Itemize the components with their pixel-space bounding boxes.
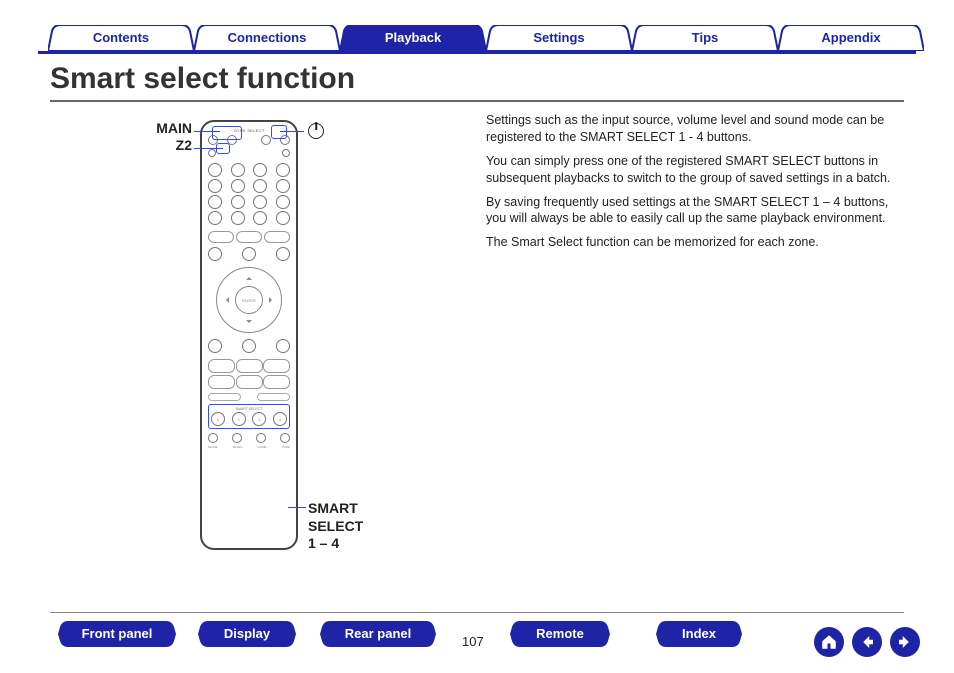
tab-playback[interactable]: Playback (340, 25, 486, 51)
remote-btn (208, 179, 222, 193)
home-icon (820, 633, 838, 651)
remote-btn (261, 135, 271, 145)
remote-dpad: ENTER (216, 267, 282, 333)
tab-contents[interactable]: Contents (48, 25, 194, 51)
remote-body: · ZONE SELECT · (200, 120, 298, 550)
arrow-right-icon (896, 633, 914, 651)
callout-power (308, 123, 324, 142)
remote-btn (208, 211, 222, 225)
remote-btn (280, 433, 290, 443)
remote-btn (276, 211, 290, 225)
tab-label: Contents (93, 30, 149, 45)
remote-btn (276, 247, 290, 261)
remote-btn (232, 433, 242, 443)
remote-btn (263, 359, 290, 373)
nav-display[interactable]: Display (198, 621, 296, 647)
tab-connections[interactable]: Connections (194, 25, 340, 51)
tab-label: Tips (692, 30, 719, 45)
remote-btn (276, 163, 290, 177)
bottom-rule (50, 612, 904, 613)
callout-z2: Z2 (132, 137, 192, 153)
paragraph: The Smart Select function can be memoriz… (486, 234, 906, 251)
leader-line (194, 131, 220, 132)
remote-enter: ENTER (235, 286, 263, 314)
remote-btn (208, 433, 218, 443)
remote-smart-3: 3 (252, 412, 266, 426)
remote-btn (231, 211, 245, 225)
remote-btn (256, 433, 266, 443)
remote-btn (242, 339, 256, 353)
remote-btn (208, 339, 222, 353)
tab-label: Settings (533, 30, 584, 45)
nav-remote[interactable]: Remote (510, 621, 610, 647)
remote-btn (208, 359, 235, 373)
remote-btn (263, 375, 290, 389)
nav-label: Front panel (82, 626, 153, 641)
tab-settings[interactable]: Settings (486, 25, 632, 51)
remote-btn (231, 179, 245, 193)
paragraph: You can simply press one of the register… (486, 153, 906, 187)
remote-btn (231, 163, 245, 177)
leader-line (288, 507, 306, 508)
title-rule (50, 100, 904, 102)
nav-front-panel[interactable]: Front panel (58, 621, 176, 647)
tab-label: Playback (385, 30, 441, 45)
remote-btn (276, 339, 290, 353)
remote-btn (208, 163, 222, 177)
remote-btn (208, 247, 222, 261)
remote-btn (208, 195, 222, 209)
arrow-left-icon (858, 633, 876, 651)
tab-label: Connections (228, 30, 307, 45)
remote-diagram: MAIN Z2 SMART SELECT 1 – 4 · ZONE SELECT… (200, 120, 298, 550)
remote-btn (253, 163, 267, 177)
page-title: Smart select function (50, 62, 355, 96)
tab-appendix[interactable]: Appendix (778, 25, 924, 51)
remote-btn (208, 231, 234, 243)
remote-btn (282, 149, 290, 157)
paragraph: By saving frequently used settings at th… (486, 194, 906, 228)
remote-btn (257, 393, 290, 401)
leader-line (194, 148, 223, 149)
remote-btn (264, 231, 290, 243)
top-tabs: Contents Connections Playback Settings T… (0, 18, 954, 54)
nav-label: Remote (536, 626, 584, 641)
remote-btn (231, 195, 245, 209)
remote-btn (208, 393, 241, 401)
callout-smart: SMART SELECT 1 – 4 (308, 500, 363, 553)
nav-index[interactable]: Index (656, 621, 742, 647)
remote-btn (253, 195, 267, 209)
remote-btn (276, 179, 290, 193)
remote-btn (276, 195, 290, 209)
next-button[interactable] (890, 627, 920, 657)
highlight-power (271, 125, 287, 139)
highlight-smart-select: SMART SELECT 1 2 3 4 (208, 404, 290, 429)
nav-rear-panel[interactable]: Rear panel (320, 621, 436, 647)
nav-label: Index (682, 626, 716, 641)
remote-smart-1: 1 (211, 412, 225, 426)
callout-main: MAIN (132, 120, 192, 136)
remote-btn (236, 231, 262, 243)
remote-smart-4: 4 (273, 412, 287, 426)
remote-btn (208, 375, 235, 389)
leader-line (280, 131, 304, 132)
nav-label: Display (224, 626, 270, 641)
remote-btn (253, 179, 267, 193)
tab-tips[interactable]: Tips (632, 25, 778, 51)
prev-button[interactable] (852, 627, 882, 657)
home-button[interactable] (814, 627, 844, 657)
nav-label: Rear panel (345, 626, 411, 641)
power-icon (308, 123, 324, 139)
body-text: Settings such as the input source, volum… (486, 112, 906, 258)
highlight-main-z2 (212, 126, 242, 140)
remote-btn (253, 211, 267, 225)
tabs-underline (38, 51, 916, 54)
tab-label: Appendix (821, 30, 880, 45)
page-number: 107 (462, 634, 484, 649)
remote-btn (208, 149, 216, 157)
remote-btn (236, 359, 263, 373)
remote-btn (242, 247, 256, 261)
remote-smart-2: 2 (232, 412, 246, 426)
paragraph: Settings such as the input source, volum… (486, 112, 906, 146)
remote-btn (236, 375, 263, 389)
